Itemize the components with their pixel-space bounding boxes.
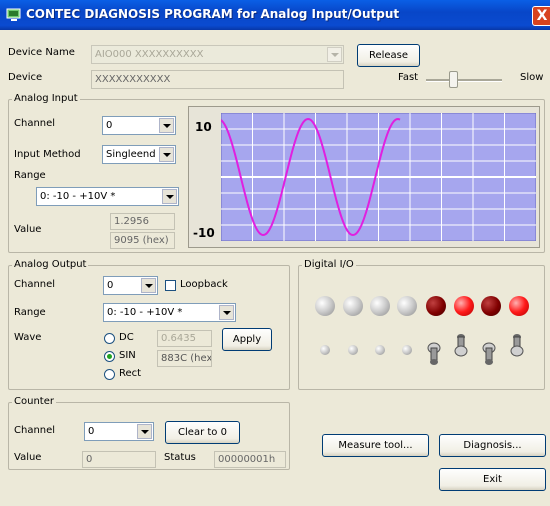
do-led-1[interactable] <box>343 296 363 316</box>
counter-title: Counter <box>12 396 56 407</box>
do-led-7[interactable] <box>509 296 529 316</box>
toggle-switch-up-icon[interactable] <box>509 332 525 362</box>
input-method-value: Singleend <box>106 149 156 160</box>
chevron-down-icon <box>159 147 174 162</box>
do-led-0[interactable] <box>315 296 335 316</box>
device-field: XXXXXXXXXXX <box>91 70 344 89</box>
toggle-switch-down-icon[interactable] <box>481 338 497 368</box>
ai-channel-label: Channel <box>14 118 56 129</box>
chevron-down-icon <box>162 189 177 204</box>
do-led-3[interactable] <box>397 296 417 316</box>
wave-rect-label: Rect <box>119 368 142 379</box>
ao-range-combo[interactable]: 0: -10 - +10V * <box>103 303 236 322</box>
do-led-5[interactable] <box>454 296 474 316</box>
window-title: CONTEC DIAGNOSIS PROGRAM for Analog Inpu… <box>26 7 400 21</box>
di-indicator-0 <box>320 345 330 355</box>
chevron-down-icon <box>219 305 234 320</box>
dc-value-field: 0.6435 <box>157 330 212 347</box>
counter-value-field: 0 <box>82 451 156 468</box>
do-led-4[interactable] <box>426 296 446 316</box>
wave-sin-radio[interactable] <box>104 351 115 362</box>
graph-max-label: 10 <box>195 120 212 134</box>
toggle-switch-up-icon[interactable] <box>453 332 469 362</box>
wave-sin-label: SIN <box>119 350 136 361</box>
loopback-checkbox[interactable] <box>165 280 176 291</box>
digital-io-title: Digital I/O <box>302 259 356 270</box>
main-window: CONTEC DIAGNOSIS PROGRAM for Analog Inpu… <box>0 0 550 506</box>
ao-channel-label: Channel <box>14 279 56 290</box>
exit-button[interactable]: Exit <box>439 468 546 491</box>
ao-channel-value: 0 <box>107 280 114 291</box>
apply-button[interactable]: Apply <box>222 328 272 351</box>
do-led-2[interactable] <box>370 296 390 316</box>
do-led-6[interactable] <box>481 296 501 316</box>
clear-to-zero-button[interactable]: Clear to 0 <box>165 421 240 444</box>
loopback-label: Loopback <box>180 279 228 290</box>
digital-io-group <box>298 265 545 390</box>
counter-channel-value: 0 <box>88 426 95 437</box>
di-indicator-3 <box>402 345 412 355</box>
wave-rect-radio[interactable] <box>104 369 115 380</box>
sin-hex-field: 883C (hex) <box>157 350 212 367</box>
ai-range-label: Range <box>14 170 46 181</box>
chevron-down-icon <box>327 47 342 62</box>
ai-value-hex-field: 9095 (hex) <box>110 232 175 249</box>
ai-range-value: 0: -10 - +10V * <box>40 191 116 202</box>
input-method-label: Input Method <box>14 149 81 160</box>
device-name-value: AIO000 XXXXXXXXXX <box>95 49 204 60</box>
counter-status-label: Status <box>164 452 196 463</box>
counter-value-label: Value <box>14 452 42 463</box>
speed-fast-label: Fast <box>398 72 419 83</box>
wave-dc-radio[interactable] <box>104 333 115 344</box>
chevron-down-icon <box>137 424 152 439</box>
counter-channel-label: Channel <box>14 425 56 436</box>
ai-channel-value: 0 <box>106 120 113 131</box>
graph-min-label: -10 <box>193 226 215 240</box>
ao-channel-combo[interactable]: 0 <box>103 276 158 295</box>
device-name-combo[interactable]: AIO000 XXXXXXXXXX <box>91 45 344 64</box>
measure-tool-button[interactable]: Measure tool... <box>322 434 429 457</box>
di-indicator-2 <box>375 345 385 355</box>
title-bar[interactable]: CONTEC DIAGNOSIS PROGRAM for Analog Inpu… <box>0 0 550 30</box>
ao-range-label: Range <box>14 307 46 318</box>
counter-status-field: 00000001h <box>214 451 286 468</box>
waveform-graph <box>221 113 536 241</box>
analog-input-title: Analog Input <box>12 93 80 104</box>
device-name-label: Device Name <box>8 47 75 58</box>
ai-value-field: 1.2956 <box>110 213 175 230</box>
speed-slider-track[interactable] <box>426 79 502 82</box>
chevron-down-icon <box>141 278 156 293</box>
app-icon <box>6 8 21 21</box>
toggle-switch-down-icon[interactable] <box>426 338 442 368</box>
speed-slow-label: Slow <box>520 72 544 83</box>
ai-range-combo[interactable]: 0: -10 - +10V * <box>36 187 179 206</box>
device-label: Device <box>8 72 43 83</box>
wave-dc-label: DC <box>119 332 134 343</box>
ai-value-label: Value <box>14 224 42 235</box>
counter-channel-combo[interactable]: 0 <box>84 422 154 441</box>
release-button[interactable]: Release <box>357 44 420 67</box>
input-method-combo[interactable]: Singleend <box>102 145 176 164</box>
ai-channel-combo[interactable]: 0 <box>102 116 176 135</box>
chevron-down-icon <box>159 118 174 133</box>
close-button[interactable]: X <box>532 6 550 26</box>
di-indicator-1 <box>348 345 358 355</box>
ao-range-value: 0: -10 - +10V * <box>107 307 183 318</box>
analog-output-title: Analog Output <box>12 259 89 270</box>
wave-label: Wave <box>14 332 42 343</box>
speed-slider-thumb[interactable] <box>449 71 458 88</box>
diagnosis-button[interactable]: Diagnosis... <box>439 434 546 457</box>
